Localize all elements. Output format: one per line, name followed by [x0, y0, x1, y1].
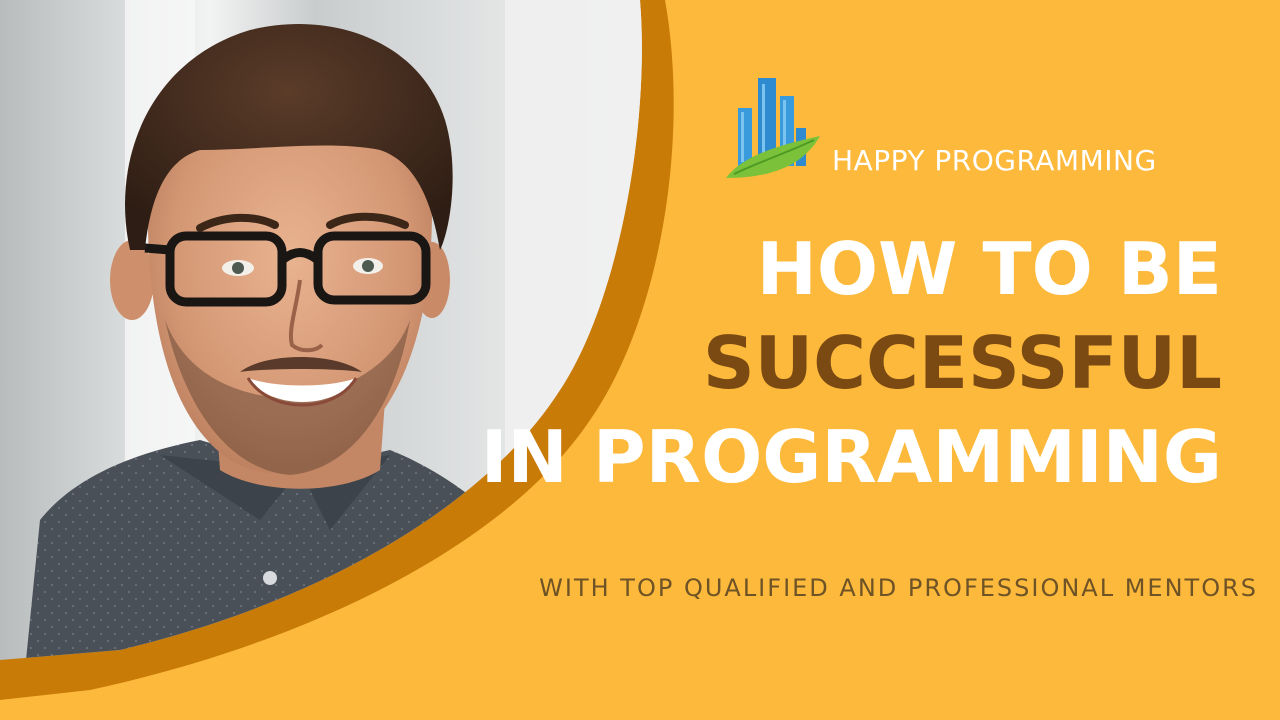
city-buildings-leaf-icon — [726, 78, 820, 178]
headline-line-3: IN PROGRAMMING — [480, 415, 1222, 499]
headline-line-1: HOW TO BE — [756, 227, 1222, 311]
brand-name: HAPPY PROGRAMMING — [832, 144, 1157, 177]
brand: HAPPY PROGRAMMING — [724, 74, 1244, 184]
headline-line-2: SUCCESSFUL — [702, 321, 1222, 405]
tagline: WITH TOP QUALIFIED AND PROFESSIONAL MENT… — [539, 574, 1258, 602]
headline: HOW TO BE SUCCESSFUL IN PROGRAMMING — [481, 222, 1222, 504]
